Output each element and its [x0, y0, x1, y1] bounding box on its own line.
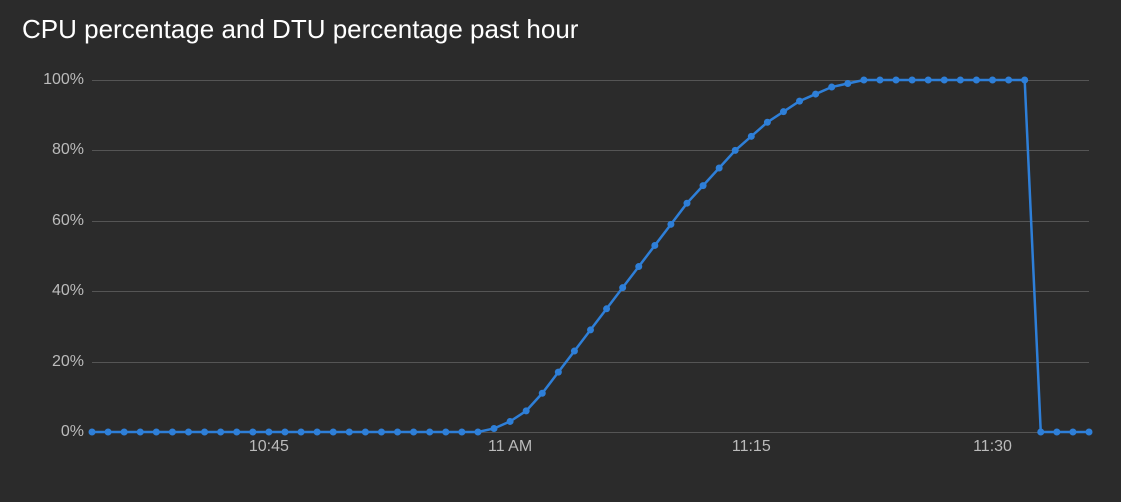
line-series	[92, 80, 1089, 432]
metrics-panel: CPU percentage and DTU percentage past h…	[0, 0, 1121, 502]
data-point[interactable]	[410, 429, 417, 436]
data-point[interactable]	[201, 429, 208, 436]
x-tick-label: 10:45	[249, 432, 289, 456]
data-point[interactable]	[989, 77, 996, 84]
data-point[interactable]	[619, 284, 626, 291]
data-point[interactable]	[796, 98, 803, 105]
y-tick-label: 0%	[61, 423, 92, 441]
y-tick-label: 40%	[52, 282, 92, 300]
data-point[interactable]	[603, 305, 610, 312]
data-point[interactable]	[780, 108, 787, 115]
data-point[interactable]	[909, 77, 916, 84]
chart-title: CPU percentage and DTU percentage past h…	[0, 0, 1121, 45]
data-point[interactable]	[169, 429, 176, 436]
data-point[interactable]	[555, 369, 562, 376]
data-point[interactable]	[1069, 429, 1076, 436]
data-point[interactable]	[539, 390, 546, 397]
data-point[interactable]	[89, 429, 96, 436]
data-point[interactable]	[233, 429, 240, 436]
chart-area: 0% 20% 40% 60% 80% 100% 10:45 11 AM 11:15 11:30	[22, 60, 1099, 462]
data-point[interactable]	[265, 429, 272, 436]
data-point[interactable]	[571, 348, 578, 355]
data-point[interactable]	[217, 429, 224, 436]
data-point[interactable]	[941, 77, 948, 84]
data-point[interactable]	[860, 77, 867, 84]
data-point[interactable]	[635, 263, 642, 270]
data-point[interactable]	[523, 407, 530, 414]
x-tick-label: 11:15	[732, 432, 771, 456]
data-point[interactable]	[683, 200, 690, 207]
data-point[interactable]	[700, 182, 707, 189]
data-point[interactable]	[426, 429, 433, 436]
data-point[interactable]	[587, 326, 594, 333]
data-point[interactable]	[378, 429, 385, 436]
data-point[interactable]	[507, 418, 514, 425]
chart-plot[interactable]: 0%20%40%60%80%100%10:4511 AM11:1511:30	[92, 80, 1089, 432]
data-point[interactable]	[1021, 77, 1028, 84]
data-point[interactable]	[716, 165, 723, 172]
data-point[interactable]	[314, 429, 321, 436]
data-point[interactable]	[1037, 429, 1044, 436]
data-point[interactable]	[1086, 429, 1093, 436]
data-point[interactable]	[828, 84, 835, 91]
data-point[interactable]	[957, 77, 964, 84]
data-point[interactable]	[925, 77, 932, 84]
data-point[interactable]	[748, 133, 755, 140]
data-point[interactable]	[281, 429, 288, 436]
data-point[interactable]	[105, 429, 112, 436]
data-point[interactable]	[973, 77, 980, 84]
data-point[interactable]	[876, 77, 883, 84]
data-point[interactable]	[121, 429, 128, 436]
y-tick-label: 20%	[52, 353, 92, 371]
data-point[interactable]	[667, 221, 674, 228]
data-point[interactable]	[651, 242, 658, 249]
data-point[interactable]	[249, 429, 256, 436]
data-point[interactable]	[1053, 429, 1060, 436]
data-point[interactable]	[362, 429, 369, 436]
data-point[interactable]	[298, 429, 305, 436]
x-tick-label: 11:30	[973, 432, 1012, 456]
data-point[interactable]	[153, 429, 160, 436]
data-point[interactable]	[346, 429, 353, 436]
data-point[interactable]	[764, 119, 771, 126]
data-point[interactable]	[812, 91, 819, 98]
data-point[interactable]	[330, 429, 337, 436]
data-point[interactable]	[1005, 77, 1012, 84]
data-point[interactable]	[458, 429, 465, 436]
y-tick-label: 100%	[43, 71, 92, 89]
data-point[interactable]	[844, 80, 851, 87]
data-point[interactable]	[442, 429, 449, 436]
data-point[interactable]	[394, 429, 401, 436]
data-point[interactable]	[474, 429, 481, 436]
data-point[interactable]	[137, 429, 144, 436]
y-tick-label: 60%	[52, 212, 92, 230]
data-point[interactable]	[893, 77, 900, 84]
data-point[interactable]	[491, 425, 498, 432]
x-tick-label: 11 AM	[488, 432, 532, 456]
y-tick-label: 80%	[52, 141, 92, 159]
data-point[interactable]	[732, 147, 739, 154]
data-point[interactable]	[185, 429, 192, 436]
